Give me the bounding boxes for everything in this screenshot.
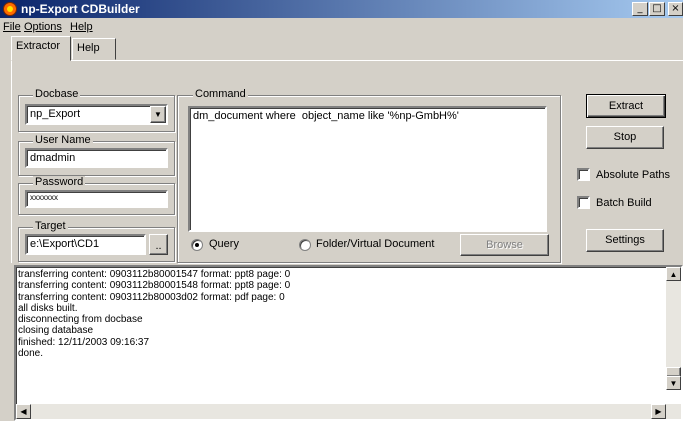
folder-virtual-document-radio[interactable] [299,239,311,251]
target-value: e:\Export\CD1 [30,238,100,250]
docbase-dropdown-button[interactable]: ▼ [150,106,166,123]
close-button[interactable]: × [668,2,683,16]
scroll-right-button[interactable]: ▶ [651,404,666,419]
menu-options[interactable]: Options [24,21,62,33]
log-line: disconnecting from docbase [18,314,143,326]
command-textarea[interactable]: dm_document where object_name like '%np-… [188,106,547,232]
arrow-left-icon: ◀ [20,407,27,416]
extract-button-label: Extract [608,100,644,112]
tab-help-label: Help [77,42,100,54]
command-label: Command [193,88,248,100]
target-input[interactable]: e:\Export\CD1 [25,234,146,255]
docbase-label: Docbase [33,88,81,100]
folder-virtual-document-label: Folder/Virtual Document [316,238,435,250]
menu-options-label: Options [24,21,62,33]
arrow-down-icon: ▼ [669,379,678,388]
log-line: transferring content: 0903112b80001547 f… [18,269,291,280]
query-radio-label: Query [209,238,239,250]
log-lines: transferring content: 0903112b80001547 f… [18,269,666,359]
tab-extractor[interactable]: Extractor [11,36,71,61]
chevron-down-icon: ▼ [154,110,162,119]
vertical-scrollbar[interactable]: ▲ ▼ [666,267,681,390]
tab-extractor-label: Extractor [16,40,61,52]
password-input[interactable]: xxxxxxx [25,190,168,208]
stop-button[interactable]: Stop [586,126,664,149]
absolute-paths-label: Absolute Paths [596,169,670,181]
user-name-value: dmadmin [30,152,76,164]
batch-build-label: Batch Build [596,197,652,209]
absolute-paths-checkbox[interactable] [577,168,590,181]
target-browse-label: .. [155,240,162,252]
minimize-button[interactable]: _ [632,2,648,16]
arrow-up-icon: ▲ [669,270,678,279]
log-line: done. [18,348,44,360]
maximize-button[interactable]: □ [649,2,665,16]
query-radio[interactable] [191,239,203,251]
log-line: all disks built. [18,302,78,314]
browse-button-label: Browse [486,239,523,251]
menu-file[interactable]: File [3,21,21,33]
target-browse-button[interactable]: .. [149,234,168,255]
user-name-input[interactable]: dmadmin [25,148,168,168]
browse-button[interactable]: Browse [460,234,549,256]
horizontal-scrollbar[interactable]: ◀ ▶ [16,404,681,419]
scroll-up-button[interactable]: ▲ [666,267,681,281]
log-line: transferring content: 0903112b80001548 f… [18,280,291,292]
batch-build-checkbox[interactable] [577,196,590,209]
target-label: Target [33,220,68,232]
stop-button-label: Stop [613,131,637,143]
menu-bar: File Options Help [0,19,683,36]
user-name-label: User Name [33,134,93,146]
extract-button[interactable]: Extract [586,94,666,118]
log-output[interactable]: transferring content: 0903112b80001547 f… [14,265,683,421]
settings-button[interactable]: Settings [586,229,664,252]
tab-help[interactable]: Help [72,38,116,60]
window-title: np-Export CDBuilder [21,2,140,16]
password-value: xxxxxxx [30,193,58,202]
docbase-value: np_Export [30,108,81,120]
log-line: finished: 12/11/2003 09:16:37 [18,336,150,348]
menu-help[interactable]: Help [70,21,93,33]
log-line: transferring content: 0903112b80003d02 f… [18,291,285,303]
command-value: dm_document where object_name like '%np-… [193,110,459,122]
menu-file-label: File [3,21,21,33]
docbase-select[interactable]: np_Export ▼ [25,104,168,125]
settings-button-label: Settings [605,234,645,246]
menu-help-label: Help [70,21,93,33]
password-label: Password [33,176,86,188]
app-icon[interactable] [3,2,17,16]
scroll-left-button[interactable]: ◀ [16,404,31,419]
scroll-down-button[interactable]: ▼ [666,376,681,390]
arrow-right-icon: ▶ [655,407,662,416]
log-line: closing database [18,325,94,337]
